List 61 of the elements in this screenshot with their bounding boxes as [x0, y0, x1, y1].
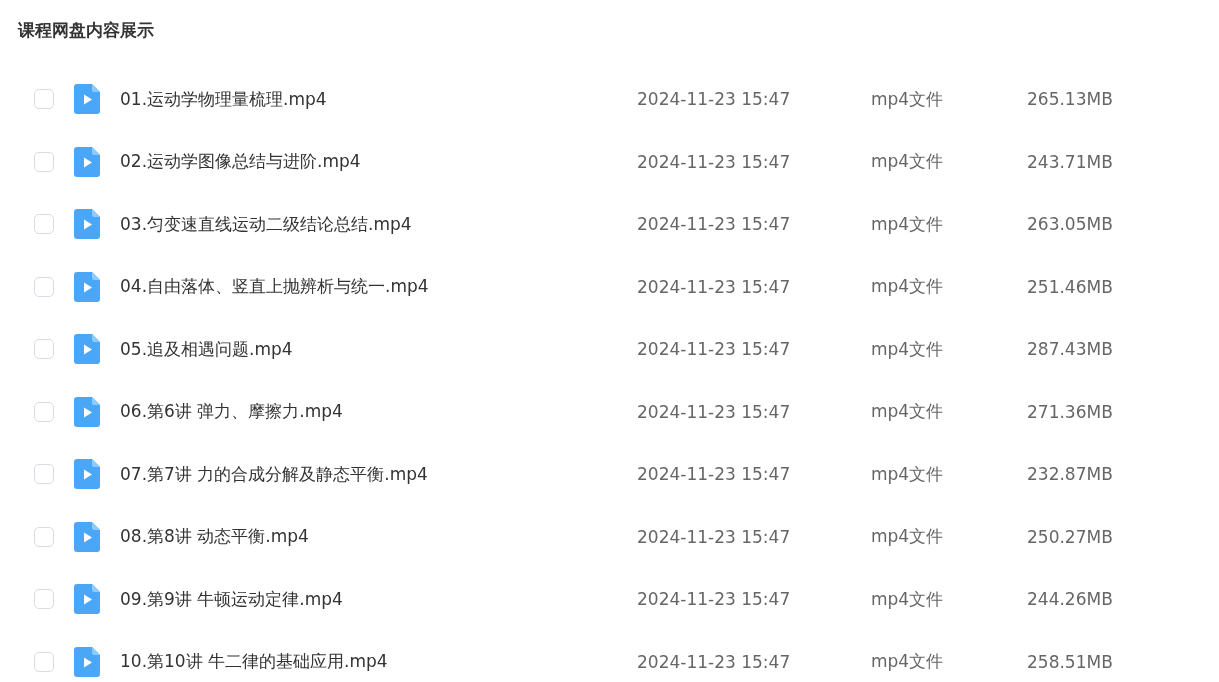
file-name[interactable]: 07.第7讲 力的合成分解及静态平衡.mp4 [120, 462, 428, 486]
video-file-icon [74, 396, 100, 427]
file-name[interactable]: 10.第10讲 牛二律的基础应用.mp4 [120, 650, 388, 674]
row-checkbox[interactable] [34, 401, 54, 422]
file-size: 265.13MB [1027, 89, 1113, 110]
row-checkbox[interactable] [34, 464, 54, 485]
row-checkbox[interactable] [34, 151, 54, 172]
file-size: 263.05MB [1027, 214, 1113, 235]
video-file-icon [74, 459, 100, 490]
file-date: 2024-11-23 15:47 [637, 526, 791, 547]
file-size: 287.43MB [1027, 339, 1113, 360]
file-name[interactable]: 04.自由落体、竖直上抛辨析与统一.mp4 [120, 275, 429, 299]
row-checkbox[interactable] [34, 276, 54, 297]
file-date: 2024-11-23 15:47 [637, 464, 791, 485]
file-type: mp4文件 [871, 212, 944, 236]
video-file-icon [74, 521, 100, 552]
page-title: 课程网盘内容展示 [18, 19, 154, 41]
file-date: 2024-11-23 15:47 [637, 276, 791, 297]
file-name[interactable]: 03.匀变速直线运动二级结论总结.mp4 [120, 212, 412, 236]
file-type: mp4文件 [871, 587, 944, 611]
video-file-icon [74, 334, 100, 365]
video-file-icon [74, 209, 100, 240]
file-type: mp4文件 [871, 150, 944, 174]
file-type: mp4文件 [871, 337, 944, 361]
file-date: 2024-11-23 15:47 [637, 214, 791, 235]
file-type: mp4文件 [871, 87, 944, 111]
video-file-icon [74, 146, 100, 177]
file-type: mp4文件 [871, 400, 944, 424]
file-date: 2024-11-23 15:47 [637, 339, 791, 360]
file-name[interactable]: 05.追及相遇问题.mp4 [120, 337, 293, 361]
row-checkbox[interactable] [34, 339, 54, 360]
file-type: mp4文件 [871, 275, 944, 299]
row-checkbox[interactable] [34, 589, 54, 610]
file-date: 2024-11-23 15:47 [637, 651, 791, 672]
file-name[interactable]: 02.运动学图像总结与进阶.mp4 [120, 150, 361, 174]
row-checkbox[interactable] [34, 526, 54, 547]
row-checkbox[interactable] [34, 214, 54, 235]
file-type: mp4文件 [871, 650, 944, 674]
file-date: 2024-11-23 15:47 [637, 89, 791, 110]
file-size: 232.87MB [1027, 464, 1113, 485]
video-file-icon [74, 584, 100, 615]
file-size: 250.27MB [1027, 526, 1113, 547]
row-checkbox[interactable] [34, 89, 54, 110]
video-file-icon [74, 84, 100, 115]
video-file-icon [74, 271, 100, 302]
file-date: 2024-11-23 15:47 [637, 151, 791, 172]
file-size: 243.71MB [1027, 151, 1113, 172]
row-checkbox[interactable] [34, 651, 54, 672]
video-file-icon [74, 646, 100, 677]
file-size: 251.46MB [1027, 276, 1113, 297]
file-name[interactable]: 01.运动学物理量梳理.mp4 [120, 87, 327, 111]
file-date: 2024-11-23 15:47 [637, 401, 791, 422]
file-size: 271.36MB [1027, 401, 1113, 422]
file-size: 258.51MB [1027, 651, 1113, 672]
file-size: 244.26MB [1027, 589, 1113, 610]
file-name[interactable]: 09.第9讲 牛顿运动定律.mp4 [120, 587, 343, 611]
file-name[interactable]: 06.第6讲 弹力、摩擦力.mp4 [120, 400, 343, 424]
file-date: 2024-11-23 15:47 [637, 589, 791, 610]
file-name[interactable]: 08.第8讲 动态平衡.mp4 [120, 525, 309, 549]
file-type: mp4文件 [871, 525, 944, 549]
file-type: mp4文件 [871, 462, 944, 486]
